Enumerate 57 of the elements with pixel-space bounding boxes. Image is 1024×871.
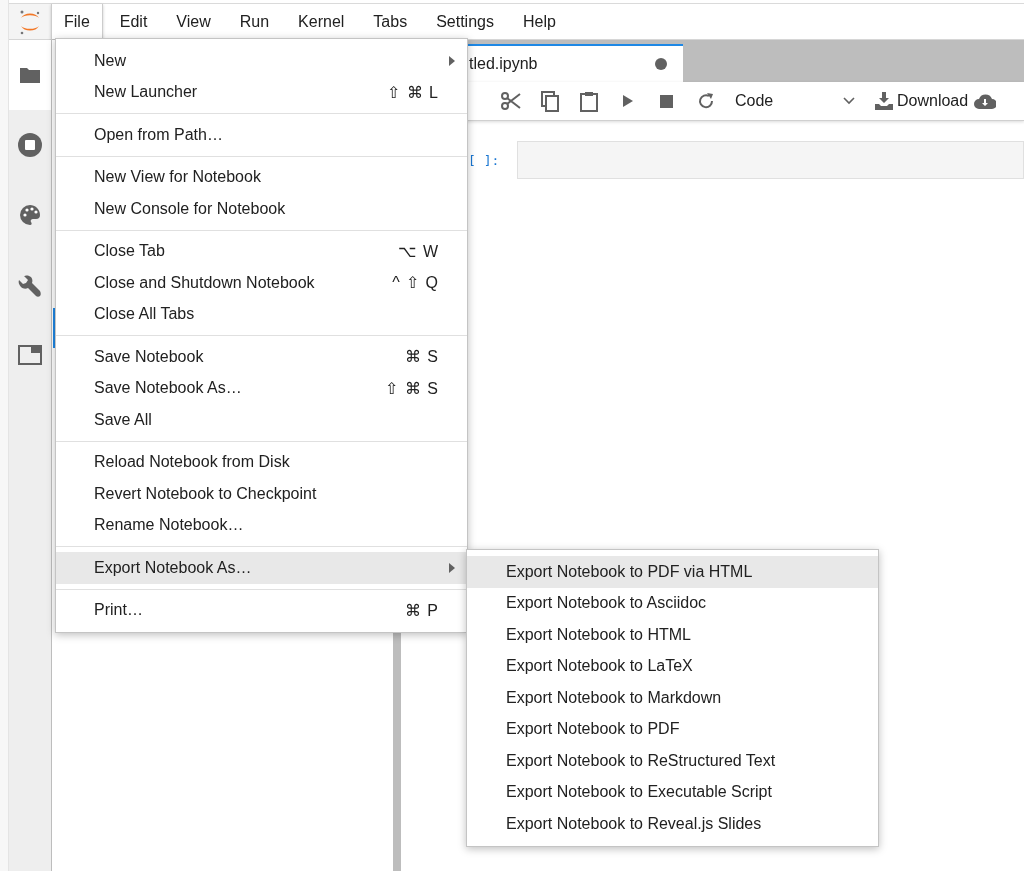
- stop-circle-icon: [18, 133, 42, 157]
- logo-icon: [18, 8, 42, 35]
- menu-item[interactable]: Help: [510, 4, 568, 39]
- menu-entry[interactable]: Export Notebook to Asciidoc: [467, 587, 878, 619]
- download-button[interactable]: Download: [875, 86, 969, 116]
- menu-item[interactable]: View: [164, 4, 223, 39]
- menu-item[interactable]: Tabs: [361, 4, 420, 39]
- menu-entry[interactable]: Export Notebook to HTML: [467, 619, 878, 651]
- download-icon: [875, 92, 893, 110]
- menu-entry[interactable]: Save Notebook ⌘ S: [56, 341, 467, 373]
- menu-entry[interactable]: Export Notebook to LaTeX: [467, 650, 878, 682]
- input-prompt: [ ]:: [468, 152, 501, 168]
- menu-item[interactable]: Kernel: [286, 4, 357, 39]
- cloud-download-icon[interactable]: [974, 93, 997, 109]
- menu-entry[interactable]: Revert Notebook to Checkpoint: [56, 478, 467, 510]
- menu-entry[interactable]: Export Notebook As…: [56, 552, 467, 584]
- folder-icon: [19, 66, 41, 84]
- sidebar-tab[interactable]: [9, 40, 51, 110]
- code-cell-input[interactable]: [517, 141, 1024, 179]
- menu-entry[interactable]: Open from Path…: [56, 119, 467, 151]
- palette-icon: [19, 204, 41, 226]
- menu-entry[interactable]: Close All Tabs: [56, 298, 467, 330]
- restart-icon[interactable]: [696, 92, 715, 110]
- shortcut-label: ⇧ ⌘ S: [385, 378, 439, 398]
- copy-icon[interactable]: [540, 90, 559, 112]
- menu-item[interactable]: Run: [227, 4, 282, 39]
- wrench-icon: [18, 273, 42, 297]
- menu-entry[interactable]: Export Notebook to Reveal.js Slides: [467, 808, 878, 840]
- menu-entry[interactable]: Export Notebook to Markdown: [467, 682, 878, 714]
- menu-entry[interactable]: Reload Notebook from Disk: [56, 446, 467, 478]
- shortcut-label: ⌘ S: [404, 347, 439, 367]
- menu-entry[interactable]: Export Notebook to PDF via HTML: [467, 556, 878, 588]
- menu-item[interactable]: File: [51, 4, 103, 39]
- run-icon[interactable]: [621, 94, 634, 108]
- menu-entry[interactable]: Export Notebook to Executable Script: [467, 776, 878, 808]
- cell-type-dropdown[interactable]: Code: [735, 86, 855, 116]
- shortcut-label: ⌥ W: [398, 241, 439, 261]
- menu-entry[interactable]: Print… ⌘ P: [56, 594, 467, 626]
- window-tabs-icon: [18, 345, 42, 365]
- shortcut-label: ^ ⇧ Q: [392, 273, 439, 293]
- shortcut-label: ⇧ ⌘ L: [387, 82, 439, 102]
- menu-entry[interactable]: New Console for Notebook: [56, 193, 467, 225]
- stop-icon[interactable]: [660, 94, 673, 108]
- chevron-down-icon: [843, 97, 855, 105]
- shortcut-label: ⌘ P: [404, 600, 439, 620]
- menu-entry[interactable]: Rename Notebook…: [56, 509, 467, 541]
- menu-entry[interactable]: Export Notebook to PDF: [467, 713, 878, 745]
- menu-entry[interactable]: Close Tab ⌥ W: [56, 235, 467, 267]
- menu-entry[interactable]: Save Notebook As… ⇧ ⌘ S: [56, 372, 467, 404]
- cut-icon[interactable]: [500, 91, 521, 111]
- menu-item[interactable]: Edit: [107, 4, 160, 39]
- menu-entry[interactable]: Save All: [56, 404, 467, 436]
- menu-entry[interactable]: Close and Shutdown Notebook ^ ⇧ Q: [56, 267, 467, 299]
- menu-item[interactable]: Settings: [424, 4, 506, 39]
- paste-icon[interactable]: [579, 90, 598, 112]
- menu-entry[interactable]: New View for Notebook: [56, 161, 467, 193]
- menu-entry[interactable]: Export Notebook to ReStructured Text: [467, 745, 878, 777]
